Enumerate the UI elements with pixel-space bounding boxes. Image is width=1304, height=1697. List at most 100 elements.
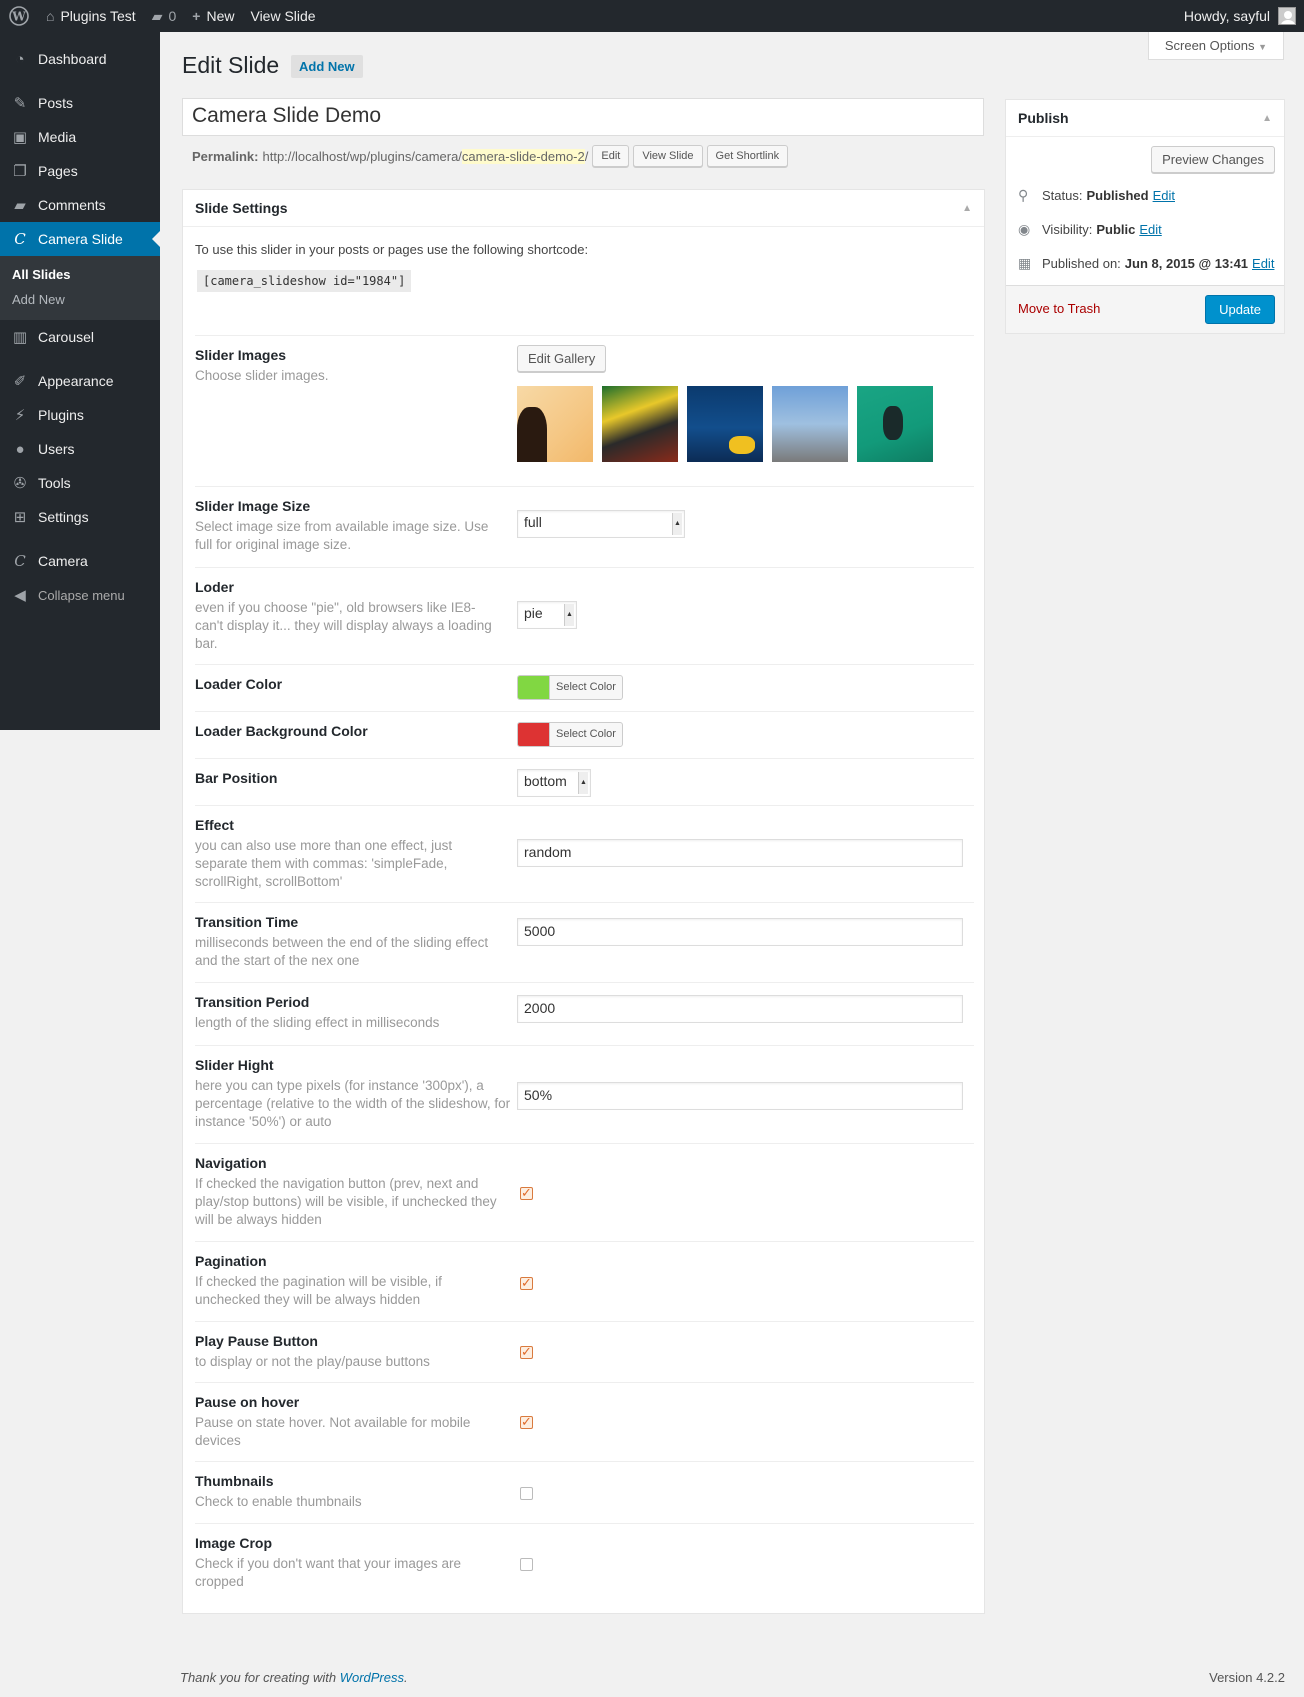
field-description: If checked the pagination will be visibl… bbox=[195, 1274, 442, 1307]
page-title: Edit Slide bbox=[182, 52, 280, 78]
publish-header[interactable]: Publish ▲ bbox=[1006, 100, 1284, 137]
menu-label: Pages bbox=[38, 163, 78, 179]
select-arrow-icon: ▲ bbox=[578, 772, 588, 794]
menu-item-camera[interactable]: C Camera bbox=[0, 544, 160, 578]
loader-color-picker[interactable]: Select Color bbox=[517, 675, 623, 700]
pages-icon: ❐ bbox=[13, 163, 27, 180]
field-label: Slider Image Size bbox=[195, 498, 311, 514]
effect-input[interactable]: random bbox=[517, 839, 963, 867]
image-size-select[interactable]: full ▲ bbox=[517, 510, 685, 538]
brush-icon: ✐ bbox=[13, 373, 27, 390]
slide-thumbnail[interactable] bbox=[857, 386, 933, 462]
view-slide-button[interactable]: View Slide bbox=[633, 145, 703, 167]
version-text: Version 4.2.2 bbox=[1209, 1670, 1285, 1685]
toggle-arrow-icon[interactable]: ▲ bbox=[962, 203, 972, 214]
calendar-icon: ▦ bbox=[1018, 255, 1032, 271]
loder-select[interactable]: pie ▲ bbox=[517, 601, 577, 629]
menu-item-settings[interactable]: ⊞ Settings bbox=[0, 500, 160, 534]
update-button[interactable]: Update bbox=[1205, 295, 1275, 324]
thumbnails-checkbox[interactable] bbox=[520, 1487, 533, 1500]
slide-thumbnail[interactable] bbox=[687, 386, 763, 462]
preview-changes-button[interactable]: Preview Changes bbox=[1151, 146, 1275, 173]
gallery-thumbnails bbox=[517, 386, 933, 462]
account-menu[interactable]: Howdy, sayful bbox=[1184, 0, 1296, 32]
permalink-end: / bbox=[584, 148, 589, 164]
menu-item-plugins[interactable]: ⚡ Plugins bbox=[0, 398, 160, 432]
menu-item-comments[interactable]: ▰ Comments bbox=[0, 188, 160, 222]
field-label: Pause on hover bbox=[195, 1394, 300, 1410]
move-to-trash-link[interactable]: Move to Trash bbox=[1018, 301, 1100, 316]
pagination-checkbox[interactable] bbox=[520, 1275, 533, 1291]
collapse-menu-button[interactable]: ◀ Collapse menu bbox=[0, 578, 160, 612]
menu-item-users[interactable]: ● Users bbox=[0, 432, 160, 466]
comment-icon: ▰ bbox=[14, 197, 26, 214]
menu-item-posts[interactable]: ✎ Posts bbox=[0, 86, 160, 120]
get-shortlink-button[interactable]: Get Shortlink bbox=[706, 145, 789, 167]
menu-item-appearance[interactable]: ✐ Appearance bbox=[0, 364, 160, 398]
menu-item-tools[interactable]: ✇ Tools bbox=[0, 466, 160, 500]
field-label: Transition Time bbox=[195, 914, 299, 930]
play-pause-checkbox[interactable] bbox=[520, 1344, 533, 1360]
home-icon: ⌂ bbox=[46, 8, 55, 24]
add-new-button[interactable]: Add New bbox=[291, 55, 363, 78]
edit-permalink-button[interactable]: Edit bbox=[592, 145, 630, 167]
select-value: bottom bbox=[524, 773, 567, 789]
permalink-slug[interactable]: camera-slide-demo-2 bbox=[461, 148, 585, 164]
eye-icon: ◉ bbox=[1018, 221, 1031, 237]
avatar bbox=[1278, 7, 1296, 25]
select-color-label: Select Color bbox=[549, 676, 622, 699]
field-label: Image Crop bbox=[195, 1535, 273, 1551]
screen-options-button[interactable]: Screen Options ▼ bbox=[1147, 32, 1284, 60]
edit-date-link[interactable]: Edit bbox=[1252, 256, 1274, 271]
plus-icon: + bbox=[192, 8, 201, 24]
view-slide-link[interactable]: View Slide bbox=[242, 0, 323, 32]
footer: Thank you for creating with WordPress. V… bbox=[180, 1670, 1285, 1685]
image-crop-checkbox[interactable] bbox=[520, 1558, 533, 1571]
wordpress-logo-icon[interactable]: W bbox=[0, 0, 38, 32]
menu-item-dashboard[interactable]: ◔ Dashboard bbox=[0, 42, 160, 76]
edit-visibility-link[interactable]: Edit bbox=[1139, 222, 1161, 237]
toggle-arrow-icon[interactable]: ▲ bbox=[1262, 113, 1272, 124]
howdy-text: Howdy, sayful bbox=[1183, 8, 1270, 24]
menu-item-carousel[interactable]: ▥ Carousel bbox=[0, 320, 160, 354]
camera-icon: C bbox=[14, 552, 26, 570]
comments-link[interactable]: ▰ 0 bbox=[144, 0, 185, 32]
edit-gallery-button[interactable]: Edit Gallery bbox=[517, 345, 607, 372]
slide-thumbnail[interactable] bbox=[772, 386, 848, 462]
row-pagination: Pagination If checked the pagination wil… bbox=[195, 1241, 974, 1321]
footer-thanks: Thank you for creating with WordPress. bbox=[180, 1670, 408, 1685]
wordpress-link[interactable]: WordPress bbox=[340, 1670, 404, 1685]
slide-thumbnail[interactable] bbox=[517, 386, 593, 462]
published-row: ▦ Published on: Jun 8, 2015 @ 13:41 Edit bbox=[1018, 255, 1274, 272]
new-content-link[interactable]: + New bbox=[184, 0, 242, 32]
menu-item-camera-slide[interactable]: C Camera Slide bbox=[0, 222, 160, 256]
wrench-icon: ✇ bbox=[13, 475, 27, 492]
bar-position-select[interactable]: bottom ▲ bbox=[517, 769, 591, 797]
row-transition-period: Transition Period length of the sliding … bbox=[195, 982, 974, 1045]
menu-item-pages[interactable]: ❐ Pages bbox=[0, 154, 160, 188]
field-label: Loader Color bbox=[195, 676, 283, 692]
field-description: Pause on state hover. Not available for … bbox=[195, 1415, 471, 1448]
slide-thumbnail[interactable] bbox=[602, 386, 678, 462]
loader-bg-color-picker[interactable]: Select Color bbox=[517, 722, 623, 747]
field-label: Transition Period bbox=[195, 994, 310, 1010]
transition-period-input[interactable]: 2000 bbox=[517, 995, 963, 1023]
color-swatch bbox=[518, 723, 549, 746]
menu-label: Settings bbox=[38, 509, 89, 525]
site-name-link[interactable]: ⌂ Plugins Test bbox=[38, 0, 144, 32]
site-name: Plugins Test bbox=[60, 8, 136, 24]
permalink-label: Permalink: bbox=[192, 148, 259, 164]
submenu-item-all-slides[interactable]: All Slides bbox=[0, 262, 160, 287]
status-value: Published bbox=[1086, 188, 1149, 203]
submenu-item-add-new[interactable]: Add New bbox=[0, 287, 160, 312]
transition-time-input[interactable]: 5000 bbox=[517, 918, 963, 946]
post-title-input[interactable]: Camera Slide Demo bbox=[182, 98, 984, 136]
field-label: Play Pause Button bbox=[195, 1333, 318, 1349]
edit-status-link[interactable]: Edit bbox=[1153, 188, 1175, 203]
menu-item-media[interactable]: ▣ Media bbox=[0, 120, 160, 154]
menu-label: Appearance bbox=[38, 373, 114, 389]
slide-settings-header[interactable]: Slide Settings ▲ bbox=[183, 190, 984, 227]
navigation-checkbox[interactable] bbox=[520, 1185, 533, 1201]
pause-hover-checkbox[interactable] bbox=[520, 1414, 533, 1430]
slider-hight-input[interactable]: 50% bbox=[517, 1082, 963, 1110]
